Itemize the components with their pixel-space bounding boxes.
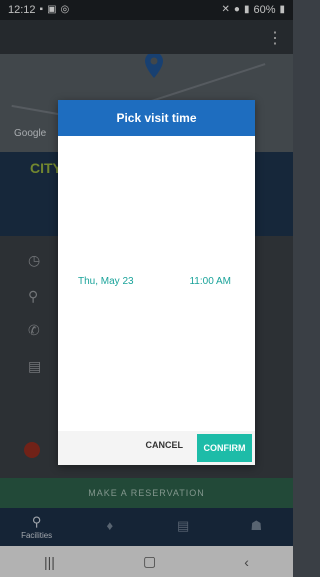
date-picker[interactable]: Thu, May 23 [78, 276, 134, 287]
time-picker[interactable]: 11:00 AM [189, 276, 231, 287]
pick-visit-time-dialog: Pick visit time Thu, May 23 11:00 AM CAN… [58, 100, 255, 465]
confirm-button[interactable]: CONFIRM [197, 434, 252, 462]
cancel-button[interactable]: CANCEL [146, 440, 184, 450]
dialog-actions: CANCEL CONFIRM [58, 431, 255, 465]
date-time-picker: Thu, May 23 11:00 AM [58, 276, 255, 287]
dialog-title: Pick visit time [58, 100, 255, 136]
